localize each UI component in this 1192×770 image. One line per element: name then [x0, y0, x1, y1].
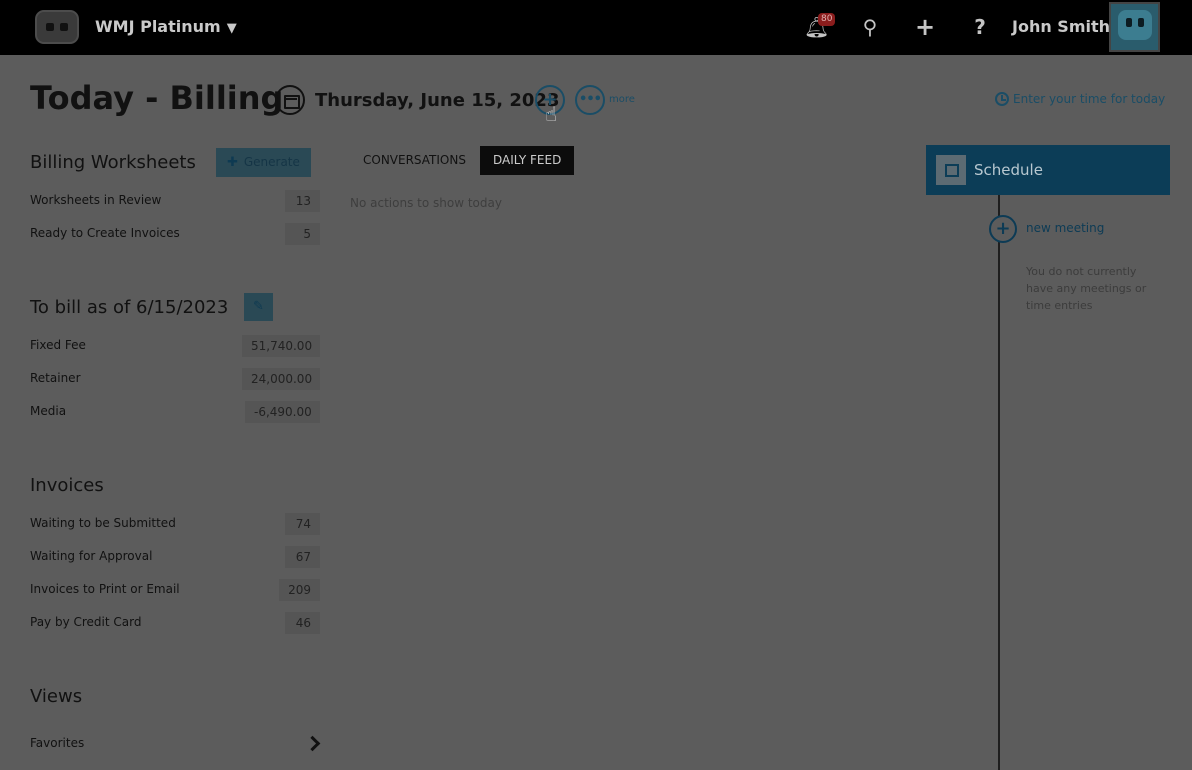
- favorites-link[interactable]: Favorites: [30, 736, 84, 750]
- add-meeting-icon[interactable]: +: [989, 215, 1017, 243]
- enter-time-link[interactable]: Enter your time for today: [995, 92, 1165, 106]
- waiting-to-be-submitted-link[interactable]: Waiting to be Submitted: [30, 516, 176, 530]
- avatar-eye-right: [1138, 18, 1144, 27]
- ready-to-create-invoices-count: 5: [285, 223, 320, 245]
- schedule-empty-text: You do not currently have any meetings o…: [1026, 265, 1147, 312]
- current-date: Thursday, June 15, 2023: [315, 90, 560, 111]
- invoices-title: Invoices: [30, 475, 104, 496]
- plus-icon[interactable]: +: [913, 15, 937, 39]
- generate-label: Generate: [243, 155, 300, 169]
- page-title: Today - Billing: [30, 79, 284, 117]
- org-name: WMJ Platinum: [95, 17, 221, 36]
- ready-to-create-invoices-link[interactable]: Ready to Create Invoices: [30, 226, 180, 240]
- fixed-fee-link[interactable]: Fixed Fee: [30, 338, 86, 352]
- schedule-header[interactable]: Schedule: [926, 145, 1170, 195]
- new-meeting-link[interactable]: new meeting: [1026, 221, 1104, 235]
- generate-button[interactable]: ✚ Generate: [216, 148, 311, 177]
- chevron-down-icon: ▼: [226, 21, 237, 36]
- schedule-title: Schedule: [974, 161, 1043, 179]
- hand-cursor-icon: ☝: [545, 102, 558, 126]
- worksheets-in-review-link[interactable]: Worksheets in Review: [30, 193, 161, 207]
- clock-icon: [995, 92, 1009, 106]
- chevron-right-icon[interactable]: [307, 735, 319, 751]
- search-icon[interactable]: ⚲: [858, 15, 882, 39]
- pencil-icon[interactable]: ✎: [244, 293, 273, 321]
- avatar[interactable]: [1109, 2, 1160, 52]
- schedule-timeline-divider: [998, 195, 1000, 770]
- invoices-to-print-link[interactable]: Invoices to Print or Email: [30, 582, 180, 596]
- more-options-button[interactable]: •••: [575, 85, 605, 115]
- calendar-icon[interactable]: [275, 85, 305, 115]
- retainer-amount: 24,000.00: [242, 368, 320, 390]
- pay-by-credit-card-link[interactable]: Pay by Credit Card: [30, 615, 141, 629]
- logo-eye-right: [60, 23, 68, 31]
- user-name[interactable]: John Smith: [1012, 17, 1110, 36]
- help-icon[interactable]: ?: [968, 15, 992, 39]
- waiting-to-be-submitted-count: 74: [285, 513, 320, 535]
- invoices-to-print-count: 209: [279, 579, 320, 601]
- pay-by-credit-card-count: 46: [285, 612, 320, 634]
- calendar-icon: [936, 155, 966, 185]
- feed-empty-text: No actions to show today: [350, 196, 502, 210]
- waiting-for-approval-link[interactable]: Waiting for Approval: [30, 549, 152, 563]
- robot-logo-icon[interactable]: [35, 10, 79, 44]
- retainer-link[interactable]: Retainer: [30, 371, 81, 385]
- fixed-fee-amount: 51,740.00: [242, 335, 320, 357]
- avatar-face: [1118, 10, 1152, 40]
- views-title: Views: [30, 686, 83, 707]
- tab-daily-feed[interactable]: DAILY FEED: [480, 146, 575, 175]
- to-bill-title: To bill as of 6/15/2023: [30, 297, 229, 318]
- billing-worksheets-title: Billing Worksheets: [30, 152, 196, 173]
- avatar-eye-left: [1126, 18, 1132, 27]
- media-amount: -6,490.00: [245, 401, 320, 423]
- waiting-for-approval-count: 67: [285, 546, 320, 568]
- notification-badge: 80: [818, 13, 836, 26]
- logo-eye-left: [46, 23, 54, 31]
- more-label[interactable]: more: [609, 94, 635, 105]
- tab-conversations[interactable]: CONVERSATIONS: [350, 146, 479, 175]
- media-link[interactable]: Media: [30, 404, 66, 418]
- enter-time-label: Enter your time for today: [1013, 92, 1166, 106]
- worksheets-in-review-count: 13: [285, 190, 320, 212]
- org-switcher[interactable]: WMJ Platinum ▼: [95, 17, 237, 36]
- plus-icon: ✚: [227, 155, 239, 170]
- top-navigation-bar: WMJ Platinum ▼ 🔔︎ 80 ⚲ + ? John Smith: [0, 0, 1192, 55]
